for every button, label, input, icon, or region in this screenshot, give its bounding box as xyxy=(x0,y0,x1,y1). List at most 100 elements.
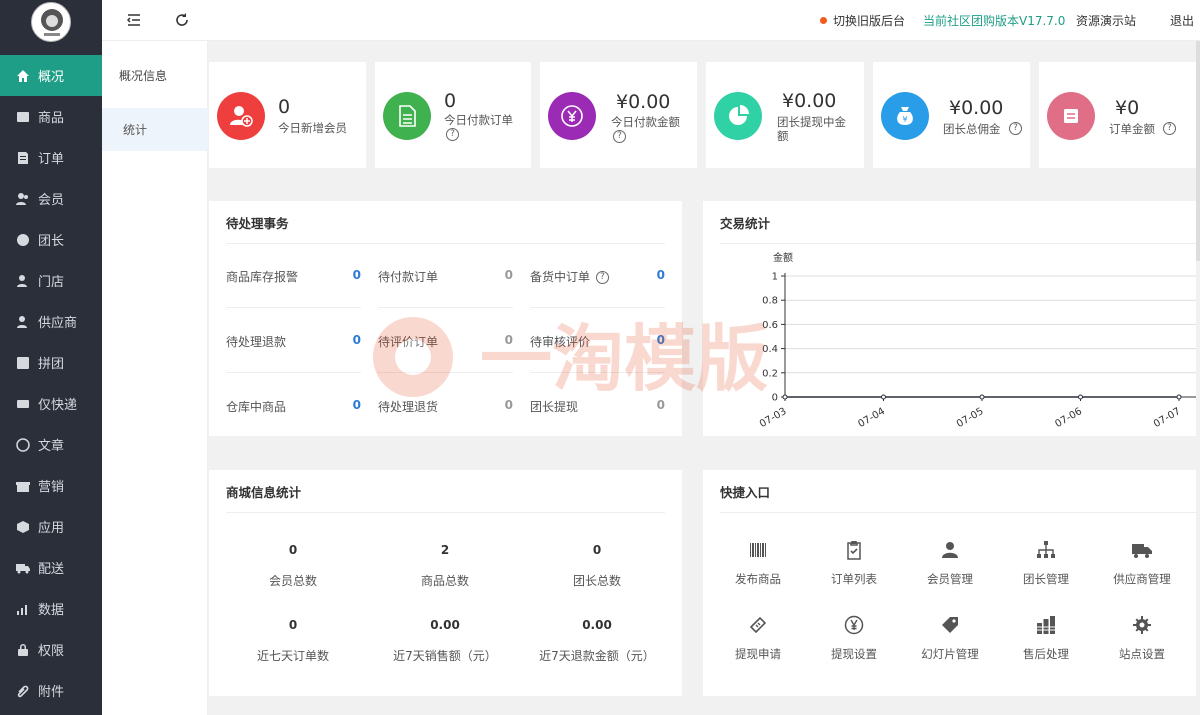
quick-entry-member-manage[interactable]: 会员管理 xyxy=(902,540,998,587)
stat-card-paid-amount[interactable]: ¥0.00 今日付款金额 ? xyxy=(540,62,697,168)
sidebar-item-overview[interactable]: 概况 xyxy=(0,55,102,96)
pending-label[interactable]: 待付款订单 xyxy=(378,268,438,285)
pending-value[interactable]: 0 xyxy=(493,333,513,347)
quick-entry-supplier-manage[interactable]: 供应商管理 xyxy=(1094,540,1190,587)
pending-label[interactable]: 仓库中商品 xyxy=(226,398,286,415)
sidebar-item-label: 概况 xyxy=(38,70,65,85)
stat-label: 今日付款订单 xyxy=(444,113,513,127)
pending-value[interactable]: 0 xyxy=(341,398,361,412)
sidebar-item-stores[interactable]: 门店 xyxy=(0,260,102,301)
store-icon xyxy=(16,274,30,288)
y-tick-label: 0 xyxy=(772,393,778,404)
barcode-icon xyxy=(748,540,768,560)
pending-value[interactable]: 0 xyxy=(493,398,513,412)
mall-stat-value: 0 xyxy=(592,543,602,557)
y-tick-label: 0.2 xyxy=(762,368,778,379)
quick-entry-order-list[interactable]: 订单列表 xyxy=(806,540,902,587)
quick-entry-label: 幻灯片管理 xyxy=(921,647,979,661)
sidebar-item-express[interactable]: 仅快递 xyxy=(0,383,102,424)
divider xyxy=(226,372,361,373)
y-tick-label: 0.4 xyxy=(762,344,778,355)
sidebar-item-delivery[interactable]: 配送 xyxy=(0,547,102,588)
svg-text:¥: ¥ xyxy=(902,115,907,124)
sidebar-item-attachments[interactable]: 附件 xyxy=(0,670,102,711)
stat-value: ¥0 xyxy=(1115,97,1140,119)
panel-title: 交易统计 xyxy=(720,216,771,231)
stat-card-total-commission[interactable]: ¥ ¥0.00 团长总佣金 ? xyxy=(873,62,1030,168)
truck-icon xyxy=(16,561,30,575)
quick-entry-site-settings[interactable]: 站点设置 xyxy=(1094,615,1190,662)
pending-label[interactable]: 待评价订单 xyxy=(378,333,438,350)
chart-icon xyxy=(16,602,30,616)
quick-entry-after-sales[interactable]: 售后处理 xyxy=(998,615,1094,662)
stat-card-order-amount[interactable]: ¥0 订单金额 ? xyxy=(1039,62,1196,168)
version-link[interactable]: 当前社区团购版本V17.7.0 xyxy=(923,12,1065,29)
stat-label: 订单金额 xyxy=(1109,122,1155,136)
data-point xyxy=(1078,394,1083,400)
pending-label[interactable]: 团长提现 xyxy=(530,398,578,415)
quick-entry-withdraw-settings[interactable]: 提现设置 xyxy=(806,615,902,662)
help-icon[interactable]: ? xyxy=(446,128,459,141)
gift-icon xyxy=(16,479,30,493)
sidebar-item-leaders[interactable]: 团长 xyxy=(0,219,102,260)
help-icon[interactable]: ? xyxy=(613,130,626,143)
stat-card-new-members[interactable]: 0 今日新增会员 xyxy=(209,62,366,168)
leader-icon xyxy=(16,233,30,247)
sidebar-item-goods[interactable]: 商品 xyxy=(0,96,102,137)
quick-entry-label: 订单列表 xyxy=(831,572,877,586)
lion-logo xyxy=(31,2,71,42)
quick-entry-leader-manage[interactable]: 团长管理 xyxy=(998,540,1094,587)
sidebar-item-data[interactable]: 数据 xyxy=(0,588,102,629)
pending-value[interactable]: 0 xyxy=(341,333,361,347)
sidebar-item-label: 营销 xyxy=(38,480,65,495)
sidebar-item-marketing[interactable]: 营销 xyxy=(0,465,102,506)
y-tick-label: 0.6 xyxy=(762,320,778,331)
sidebar-item-members[interactable]: 会员 xyxy=(0,178,102,219)
sidebar-item-label: 订单 xyxy=(38,152,65,167)
mall-stat-value: 2 xyxy=(440,543,450,557)
menu-collapse-icon[interactable] xyxy=(126,12,142,28)
stat-card-paid-orders[interactable]: 0 今日付款订单 ? xyxy=(375,62,531,168)
sidebar-item-permissions[interactable]: 权限 xyxy=(0,629,102,670)
sidebar-item-label: 商品 xyxy=(38,111,65,126)
pending-label[interactable]: 商品库存报警 xyxy=(226,268,298,285)
quick-entry-publish-goods[interactable]: 发布商品 xyxy=(710,540,806,587)
pending-value[interactable]: 0 xyxy=(493,268,513,282)
mall-stats-panel: 商城信息统计 0 会员总数 2 商品总数 0 团长总数 0 近七天订单数 0.0… xyxy=(209,470,682,696)
attachment-icon xyxy=(16,684,30,698)
pending-label[interactable]: 待处理退货 xyxy=(378,398,438,415)
pending-value[interactable]: 0 xyxy=(341,268,361,282)
quick-entry-slide-manage[interactable]: 幻灯片管理 xyxy=(902,615,998,662)
pending-label-text: 备货中订单 xyxy=(530,270,591,284)
trade-line-chart: 金额 0 0.2 0.4 0.6 0.8 1 07-03 07-04 07-05 07-06 07-0… xyxy=(758,251,1196,430)
logout-link[interactable]: 退出 xyxy=(1170,12,1194,29)
sidebar-item-suppliers[interactable]: 供应商 xyxy=(0,301,102,342)
mall-stat-value: 0 xyxy=(288,543,298,557)
pending-label[interactable]: 备货中订单 ? xyxy=(530,268,609,285)
subnav-item-statistics[interactable]: 统计 xyxy=(102,108,208,151)
mall-stat-label: 团长总数 xyxy=(572,574,621,588)
subnav-item-overview-info[interactable]: 概况信息 xyxy=(102,54,208,97)
stat-card-withdrawing-amount[interactable]: ¥0.00 团长提现中金额 xyxy=(706,62,864,168)
quick-entry-withdraw-apply[interactable]: 提现申请 xyxy=(710,615,806,662)
sidebar-item-label: 数据 xyxy=(38,603,65,618)
pending-value[interactable]: 0 xyxy=(645,268,665,282)
help-icon[interactable]: ? xyxy=(1009,122,1022,135)
pending-value[interactable]: 0 xyxy=(645,398,665,412)
sidebar-item-orders[interactable]: 订单 xyxy=(0,137,102,178)
home-icon xyxy=(16,69,30,83)
demo-site-link[interactable]: 资源演示站 xyxy=(1076,12,1136,29)
scrollbar[interactable] xyxy=(1196,41,1200,261)
refresh-icon[interactable] xyxy=(174,12,190,28)
mall-stat-label: 近七天订单数 xyxy=(256,649,329,663)
sidebar-item-articles[interactable]: 文章 xyxy=(0,424,102,465)
sidebar-item-group-buy[interactable]: 拼团 xyxy=(0,342,102,383)
sidebar-item-apps[interactable]: 应用 xyxy=(0,506,102,547)
help-icon[interactable]: ? xyxy=(1163,122,1176,135)
switch-old-admin-link[interactable]: 切换旧版后台 xyxy=(833,12,905,29)
pending-label[interactable]: 待处理退款 xyxy=(226,333,286,350)
pending-label[interactable]: 待审核评价 xyxy=(530,333,590,350)
yen-circle-icon xyxy=(844,615,864,635)
help-icon[interactable]: ? xyxy=(595,271,609,284)
pending-value[interactable]: 0 xyxy=(645,333,665,347)
